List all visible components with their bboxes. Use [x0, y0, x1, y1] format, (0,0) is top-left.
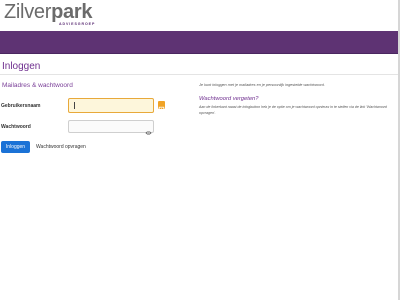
logo-tagline: ADVIESGROEP	[59, 22, 96, 26]
text-cursor	[74, 102, 75, 109]
eye-icon[interactable]	[145, 123, 152, 135]
eye-icon-graphic	[145, 131, 152, 135]
key-icon[interactable]	[158, 101, 165, 114]
logo-text-part1: Zilver	[4, 1, 52, 23]
logo[interactable]: Zilverpark	[4, 1, 92, 23]
key-icon-graphic	[158, 106, 165, 114]
login-button[interactable]: Inloggen	[1, 141, 30, 153]
login-section-title: Mailadres & wachtwoord	[2, 82, 73, 89]
header: Zilverpark ADVIESGROEP	[0, 0, 398, 31]
logo-text-part2: park	[51, 1, 93, 23]
password-label: Wachtwoord	[1, 124, 31, 130]
username-label: Gebruikersnaam	[1, 103, 41, 109]
title-divider	[0, 74, 398, 75]
page-title: Inloggen	[2, 61, 41, 72]
forgot-password-title: Wachtwoord vergeten?	[199, 96, 259, 102]
navigation-bar	[0, 31, 398, 54]
forgot-password-text: Aan de linkerkant naast de inlogbutton h…	[199, 105, 387, 115]
username-input[interactable]	[68, 98, 154, 113]
forgot-password-link[interactable]: Wachtwoord opvragen	[36, 144, 86, 150]
password-input[interactable]	[68, 120, 154, 133]
login-info-text: Je kunt inloggen met je mailadres en je …	[199, 83, 325, 87]
page: Zilverpark ADVIESGROEP Inloggen Mailadre…	[0, 0, 398, 300]
